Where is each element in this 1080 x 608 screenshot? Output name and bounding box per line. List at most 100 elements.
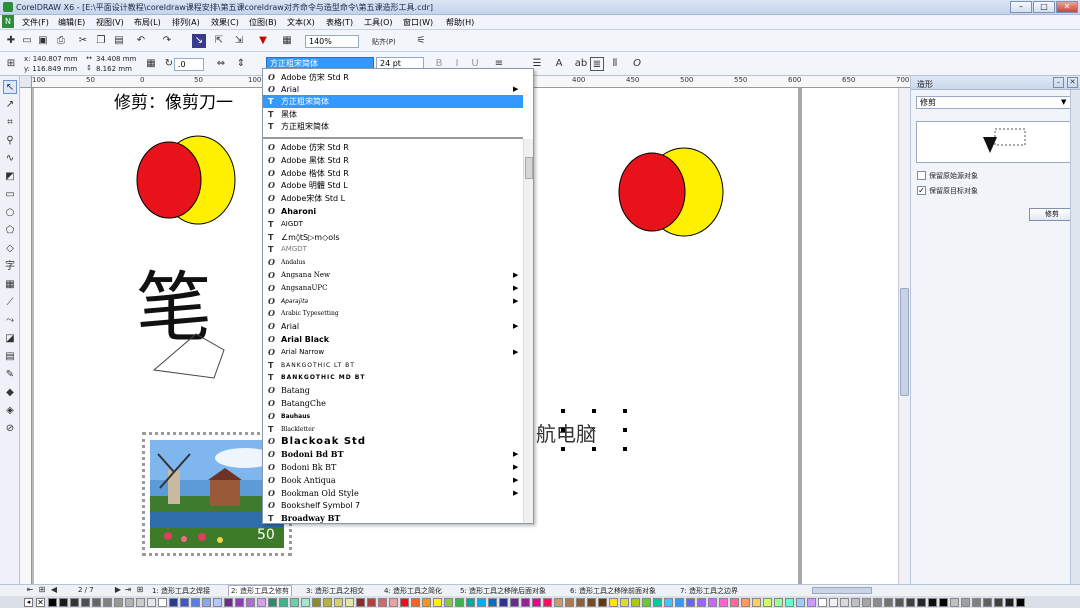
color-swatch[interactable] — [829, 598, 838, 607]
color-swatch[interactable] — [576, 598, 585, 607]
page-tab-3[interactable]: 3: 造形工具之相交 — [306, 586, 364, 596]
font-list-item[interactable]: O Adobe 黑体 Std R — [263, 154, 523, 167]
color-swatch[interactable] — [664, 598, 673, 607]
add-page-before-icon[interactable]: ⊞ — [36, 584, 48, 596]
minimize-button[interactable]: – — [1010, 1, 1032, 13]
font-list-item[interactable]: T AMGDT — [263, 243, 523, 256]
color-swatch[interactable] — [268, 598, 277, 607]
keep-target-checkbox[interactable]: ✓ — [917, 186, 926, 195]
color-swatch[interactable] — [70, 598, 79, 607]
color-swatch[interactable] — [191, 598, 200, 607]
circles-right[interactable] — [616, 146, 728, 240]
font-list-item[interactable]: O Bookman Old Style ▶ — [263, 487, 523, 500]
page-tab-1[interactable]: 1: 造形工具之焊接 — [152, 586, 210, 596]
shape-tool-icon[interactable]: ↗ — [3, 98, 17, 112]
color-swatch[interactable] — [543, 598, 552, 607]
color-swatch[interactable] — [741, 598, 750, 607]
color-swatch[interactable] — [279, 598, 288, 607]
apply-trim-button[interactable]: 修剪 — [1029, 208, 1075, 221]
color-swatch[interactable] — [477, 598, 486, 607]
font-list-item[interactable]: O Arial Narrow ▶ — [263, 346, 523, 359]
font-list-item[interactable]: O Aparajita ▶ — [263, 295, 523, 308]
color-swatch[interactable] — [433, 598, 442, 607]
color-swatch[interactable] — [851, 598, 860, 607]
color-swatch[interactable] — [752, 598, 761, 607]
color-swatch[interactable] — [807, 598, 816, 607]
polygon-tool-icon[interactable]: ⬠ — [3, 224, 17, 238]
scroll-thumb[interactable] — [900, 288, 909, 396]
color-swatch[interactable] — [81, 598, 90, 607]
color-swatch[interactable] — [708, 598, 717, 607]
font-list-item[interactable]: O BatangChe — [263, 397, 523, 410]
color-swatch[interactable] — [521, 598, 530, 607]
open-icon[interactable]: ▭ — [20, 34, 34, 48]
menu-tools[interactable]: 工具(O) — [364, 17, 393, 28]
font-list-item[interactable]: O AngsanaUPC ▶ — [263, 282, 523, 295]
font-list-item[interactable]: O Batang — [263, 384, 523, 397]
color-swatch[interactable] — [873, 598, 882, 607]
color-swatch[interactable] — [895, 598, 904, 607]
menu-arrange[interactable]: 排列(A) — [172, 17, 200, 28]
font-list-thumb[interactable] — [525, 157, 533, 179]
mirror-horizontal-icon[interactable]: ⇔ — [214, 57, 228, 71]
color-swatch[interactable] — [290, 598, 299, 607]
table-tool-icon[interactable]: ▦ — [3, 278, 17, 292]
font-list-item[interactable]: T 方正粗宋简体 — [263, 120, 523, 133]
menu-file[interactable]: 文件(F) — [22, 17, 49, 28]
page-tab-6[interactable]: 6: 造形工具之移除前面对象 — [570, 586, 656, 596]
font-list-item[interactable]: O Adobe 明體 Std L — [263, 179, 523, 192]
add-page-after-icon[interactable]: ⊞ — [134, 584, 146, 596]
menu-effects[interactable]: 效果(C) — [211, 17, 239, 28]
docker-close-icon[interactable]: ✕ — [1067, 77, 1078, 88]
font-list-item[interactable]: O Adobe 楷体 Std R — [263, 167, 523, 180]
import-icon[interactable]: ↘ — [192, 34, 206, 48]
color-swatch[interactable] — [1016, 598, 1025, 607]
app-launcher-icon[interactable]: ▼ — [256, 34, 270, 48]
zoom-tool-icon[interactable]: ⚲ — [3, 134, 17, 148]
color-swatch[interactable] — [323, 598, 332, 607]
smart-fill-icon[interactable]: ◩ — [3, 170, 17, 184]
color-swatch[interactable] — [114, 598, 123, 607]
connector-tool-icon[interactable]: ⤳ — [3, 314, 17, 328]
welcome-screen-icon[interactable]: ▦ — [280, 34, 294, 48]
color-swatch[interactable] — [774, 598, 783, 607]
color-swatch[interactable] — [389, 598, 398, 607]
color-swatch[interactable] — [554, 598, 563, 607]
color-swatch[interactable] — [719, 598, 728, 607]
crop-tool-icon[interactable]: ⌗ — [3, 116, 17, 130]
font-list-item[interactable]: O Adobe宋体 Std L — [263, 192, 523, 205]
color-swatch[interactable] — [631, 598, 640, 607]
text-tool-icon[interactable]: 字 — [3, 260, 17, 274]
dimension-tool-icon[interactable]: ⟋ — [3, 296, 17, 310]
color-swatch[interactable] — [422, 598, 431, 607]
menu-view[interactable]: 视图(V) — [96, 17, 124, 28]
font-list-item[interactable]: O Blackoak Std — [263, 435, 523, 448]
menu-layout[interactable]: 布局(L) — [134, 17, 161, 28]
color-swatch[interactable] — [59, 598, 68, 607]
color-swatch[interactable] — [675, 598, 684, 607]
docker-tab-strip[interactable] — [1070, 90, 1080, 584]
font-list-item[interactable]: T BankGothic Md BT — [263, 371, 523, 384]
horizontal-scroll-thumb[interactable] — [812, 587, 872, 594]
fill-tool-icon[interactable]: ◈ — [3, 404, 17, 418]
font-list-item[interactable]: O Arial ▶ — [263, 83, 523, 96]
color-swatch[interactable] — [730, 598, 739, 607]
color-swatch[interactable] — [411, 598, 420, 607]
font-list-item[interactable]: T ∠m◊tS▷m◇ols — [263, 231, 523, 244]
snap-to-dropdown[interactable]: 贴齐(P) — [372, 37, 396, 47]
pentagon-shape[interactable] — [152, 328, 232, 384]
font-list-item[interactable]: O Bauhaus — [263, 410, 523, 423]
color-swatch[interactable] — [609, 598, 618, 607]
blend-tool-icon[interactable]: ◪ — [3, 332, 17, 346]
color-swatch[interactable] — [235, 598, 244, 607]
font-list-item[interactable]: O Andalus — [263, 256, 523, 269]
color-swatch[interactable] — [620, 598, 629, 607]
outline-tool-icon[interactable]: ◆ — [3, 386, 17, 400]
font-list-item[interactable]: O Bodoni Bk BT ▶ — [263, 461, 523, 474]
color-swatch[interactable] — [1005, 598, 1014, 607]
text-properties-icon[interactable]: A — [552, 57, 566, 71]
selection-handles[interactable]: × — [561, 409, 627, 451]
color-swatch[interactable] — [532, 598, 541, 607]
color-swatch[interactable] — [158, 598, 167, 607]
export-icon[interactable]: ⇱ — [212, 34, 226, 48]
